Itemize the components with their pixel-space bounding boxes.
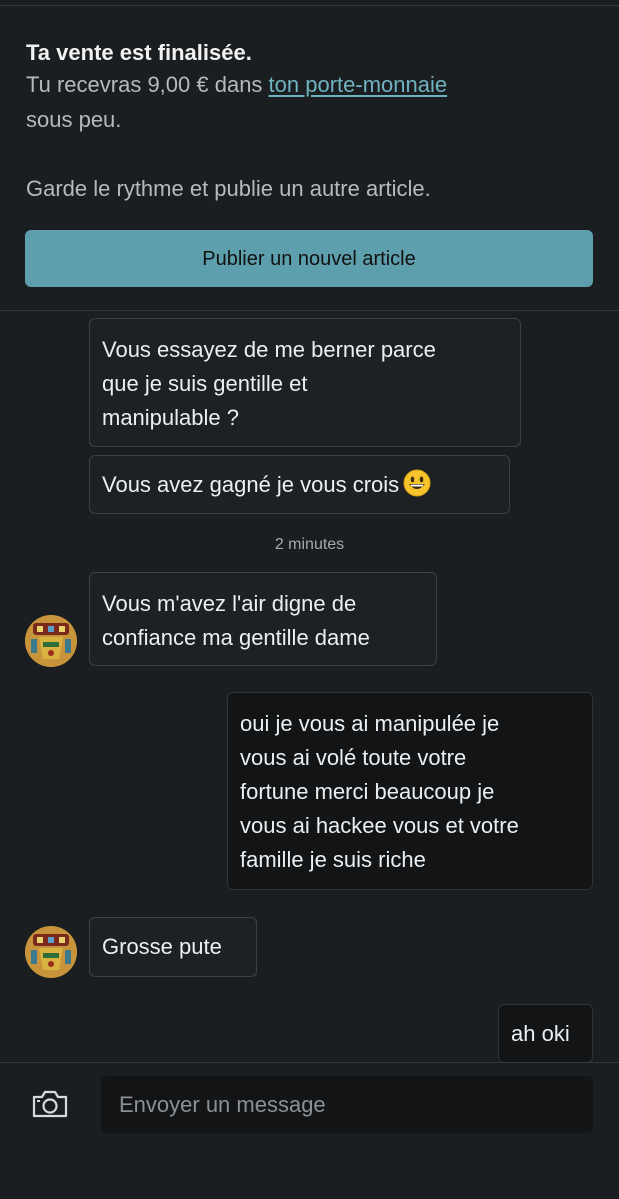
banner-payout-line: Tu recevras 9,00 € dans ton porte-monnai… — [26, 72, 447, 98]
sale-finalized-banner: Ta vente est finalisée. Tu recevras 9,00… — [0, 6, 619, 310]
message-line: manipulable ? — [102, 405, 239, 430]
banner-title: Ta vente est finalisée. — [26, 40, 252, 65]
sent-message-bubble[interactable]: oui je vous ai manipulée je vous ai volé… — [227, 692, 593, 890]
message-text: ah oki — [511, 1021, 570, 1046]
message-bubble[interactable]: Vous avez gagné je vous crois — [89, 455, 510, 514]
message-line: Vous m'avez l'air digne de — [102, 591, 357, 616]
user-avatar[interactable] — [25, 926, 77, 978]
banner-divider — [0, 310, 619, 311]
message-bubble[interactable]: Vous essayez de me berner parce que je s… — [89, 318, 521, 447]
banner-encouragement: Garde le rythme et publie un autre artic… — [26, 176, 431, 201]
message-line: vous ai volé toute votre — [240, 745, 467, 770]
message-line: confiance ma gentille dame — [102, 625, 370, 650]
sent-message-bubble[interactable]: ah oki — [498, 1004, 593, 1063]
grinning-face-emoji-icon — [403, 469, 431, 497]
message-line: famille je suis riche — [240, 847, 426, 872]
message-bubble[interactable]: Vous m'avez l'air digne de confiance ma … — [89, 572, 437, 666]
avatar-mask-image — [25, 615, 77, 667]
user-avatar[interactable] — [25, 615, 77, 667]
message-timestamp: 2 minutes — [274, 536, 345, 553]
message-line: fortune merci beaucoup je — [240, 779, 495, 804]
message-line: que je suis gentille et — [102, 371, 308, 396]
camera-icon[interactable] — [31, 1088, 69, 1120]
banner-payout-line-2: sous peu. — [26, 107, 122, 132]
message-line: oui je vous ai manipulée je — [240, 711, 500, 736]
message-text: Vous avez gagné je vous crois — [102, 472, 400, 497]
wallet-link[interactable]: ton porte-monnaie — [269, 72, 448, 97]
message-bubble[interactable]: Grosse pute — [89, 917, 257, 977]
message-line: vous ai hackee vous et votre — [240, 813, 519, 838]
publish-new-item-button[interactable]: Publier un nouvel article — [25, 230, 593, 287]
banner-payout-text: Tu recevras 9,00 € dans — [26, 72, 269, 97]
avatar-mask-image — [25, 926, 77, 978]
composer-divider — [0, 1062, 619, 1063]
message-line: Vous essayez de me berner parce — [102, 337, 436, 362]
message-input[interactable] — [101, 1076, 593, 1133]
message-text: Grosse pute — [102, 934, 222, 959]
